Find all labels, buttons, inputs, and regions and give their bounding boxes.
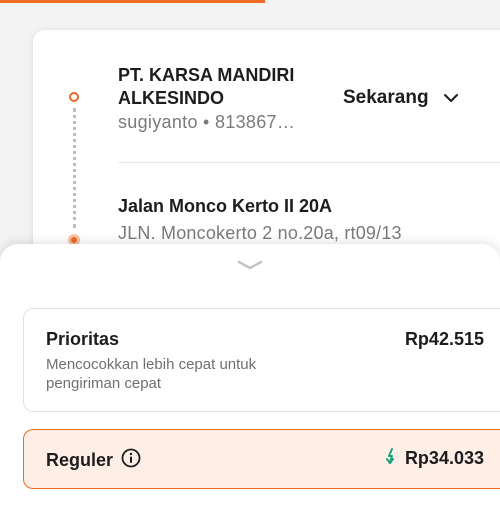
destination-name[interactable]: Jalan Monco Kerto II 20A bbox=[118, 196, 332, 217]
origin-contact: sugiyanto • 813867… bbox=[118, 112, 296, 132]
route-card: PT. KARSA MANDIRI ALKESINDO sugiyanto • … bbox=[33, 30, 500, 270]
option-reguler[interactable]: Reguler Rp34.033 bbox=[23, 429, 500, 489]
delivery-options-sheet: Prioritas Mencocokkan lebih cepat untuk … bbox=[0, 244, 500, 514]
active-tab-indicator bbox=[0, 0, 265, 3]
option-price: Rp34.033 bbox=[404, 448, 484, 468]
origin-name[interactable]: PT. KARSA MANDIRI ALKESINDO bbox=[118, 64, 328, 110]
option-price-row: Rp34.033 bbox=[385, 448, 484, 469]
option-price: Rp42.515 bbox=[404, 329, 484, 349]
sheet-handle-icon[interactable] bbox=[236, 258, 264, 276]
route-connector bbox=[73, 108, 76, 228]
destination-detail: JLN. Moncokerto 2 no.20a, rt09/13 bbox=[118, 223, 402, 243]
option-title-row: Reguler bbox=[46, 448, 141, 473]
option-description: Mencocokkan lebih cepat untuk pengiriman… bbox=[46, 356, 257, 392]
schedule-dropdown[interactable]: Sekarang bbox=[343, 87, 459, 109]
origin-marker-icon bbox=[69, 92, 79, 102]
schedule-value: Sekarang bbox=[343, 87, 429, 108]
info-icon[interactable] bbox=[121, 448, 141, 473]
option-title: Prioritas bbox=[46, 329, 120, 349]
chevron-down-icon bbox=[443, 93, 459, 103]
option-title: Reguler bbox=[46, 450, 114, 470]
option-prioritas[interactable]: Prioritas Mencocokkan lebih cepat untuk … bbox=[23, 308, 500, 412]
price-drop-arrow-icon bbox=[385, 448, 397, 469]
divider bbox=[118, 162, 500, 163]
